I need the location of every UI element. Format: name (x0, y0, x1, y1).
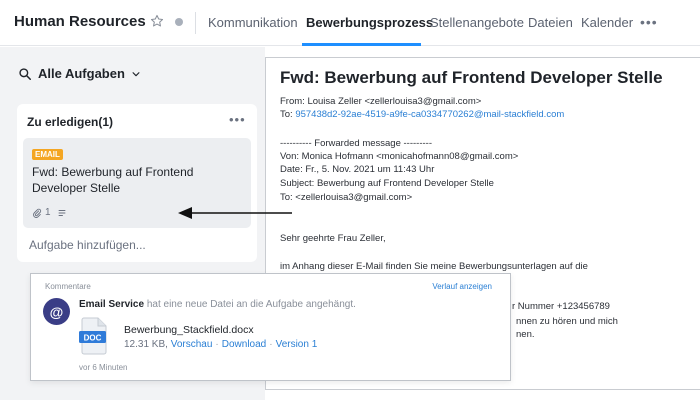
more-tabs-button[interactable]: ••• (640, 14, 658, 30)
avatar: @ (43, 298, 70, 325)
active-tab-indicator (302, 43, 421, 46)
forwarded-date: Date: Fr., 5. Nov. 2021 um 11:43 Uhr (280, 164, 435, 175)
comments-heading: Kommentare (45, 282, 91, 291)
description-icon (58, 209, 65, 216)
activity-action: hat eine neue Datei an die Aufgabe angeh… (144, 299, 356, 310)
paperclip-icon (33, 208, 42, 218)
email-subject: Fwd: Bewerbung auf Frontend Developer St… (280, 68, 663, 87)
email-body-line: im Anhang dieser E-Mail finden Sie meine… (280, 261, 588, 272)
email-body-line: nnen zu hören und mich (516, 316, 618, 327)
show-history-link[interactable]: Verlauf anzeigen (432, 282, 492, 291)
tab-kalender[interactable]: Kalender (581, 15, 633, 30)
email-from: From: Louisa Zeller <zellerlouisa3@gmail… (280, 96, 482, 107)
activity-text: Email Service hat eine neue Datei an die… (79, 299, 356, 310)
actor-name: Email Service (79, 299, 145, 310)
version-link[interactable]: Version 1 (276, 339, 318, 350)
task-title: Fwd: Bewerbung auf Frontend Developer St… (32, 165, 194, 195)
column-title: Zu erledigen(1) (27, 115, 114, 129)
task-column-todo: Zu erledigen(1) ••• EMAIL Fwd: Bewerbung… (17, 104, 257, 262)
email-body-line: r Nummer +123456789 (512, 301, 610, 312)
separator-dot: · (215, 339, 219, 350)
file-name[interactable]: Bewerbung_Stackfield.docx (124, 324, 254, 336)
forward-header: ---------- Forwarded message --------- (280, 138, 432, 149)
comment-activity-popup: Kommentare Verlauf anzeigen @ Email Serv… (30, 273, 511, 381)
forwarded-subject: Subject: Bewerbung auf Frontend Develope… (280, 178, 494, 189)
task-filter-dropdown[interactable]: Alle Aufgaben (18, 66, 141, 81)
tab-stellenangebote[interactable]: Stellenangebote (430, 15, 524, 30)
doc-file-icon[interactable]: DOC (79, 317, 109, 355)
workspace-title: Human Resources (14, 13, 146, 30)
star-icon[interactable] (150, 14, 164, 28)
email-badge: EMAIL (32, 149, 63, 160)
download-link[interactable]: Download (222, 339, 266, 350)
doc-icon-label: DOC (84, 334, 102, 343)
divider (195, 12, 196, 34)
email-to: To: 957438d2-92ae-4519-a9fe-ca0334770262… (280, 109, 564, 120)
email-greeting: Sehr geehrte Frau Zeller, (280, 233, 386, 244)
column-more-button[interactable]: ••• (229, 112, 246, 127)
tab-bewerbungsprozess[interactable]: Bewerbungsprozess (306, 15, 433, 30)
separator-dot: · (269, 339, 273, 350)
tab-dateien[interactable]: Dateien (528, 15, 573, 30)
forwarded-from: Von: Monica Hofmann <monicahofmann08@gma… (280, 151, 519, 162)
email-body-line: nen. (516, 329, 535, 340)
top-navigation: Human Resources Kommunikation Bewerbungs… (0, 0, 700, 46)
email-to-address[interactable]: 957438d2-92ae-4519-a9fe-ca0334770262@mai… (295, 109, 564, 120)
task-meta: 1 (32, 207, 67, 218)
preview-link[interactable]: Vorschau (171, 339, 213, 350)
filter-label: Alle Aufgaben (38, 66, 125, 81)
activity-timestamp: vor 6 Minuten (79, 363, 128, 372)
search-icon (19, 67, 32, 80)
file-meta: 12.31 KB, Vorschau · Download · Version 1 (124, 339, 317, 350)
chevron-down-icon (132, 71, 140, 76)
file-size: 12.31 KB, (124, 339, 171, 350)
tab-kommunikation[interactable]: Kommunikation (208, 15, 298, 30)
email-to-label: To: (280, 109, 296, 120)
status-dot-icon (175, 18, 183, 26)
arrow-left-icon (178, 207, 292, 219)
forwarded-to: To: <zellerlouisa3@gmail.com> (280, 192, 413, 203)
add-task-button[interactable]: Aufgabe hinzufügen... (29, 238, 146, 252)
attachment-count: 1 (45, 207, 51, 218)
